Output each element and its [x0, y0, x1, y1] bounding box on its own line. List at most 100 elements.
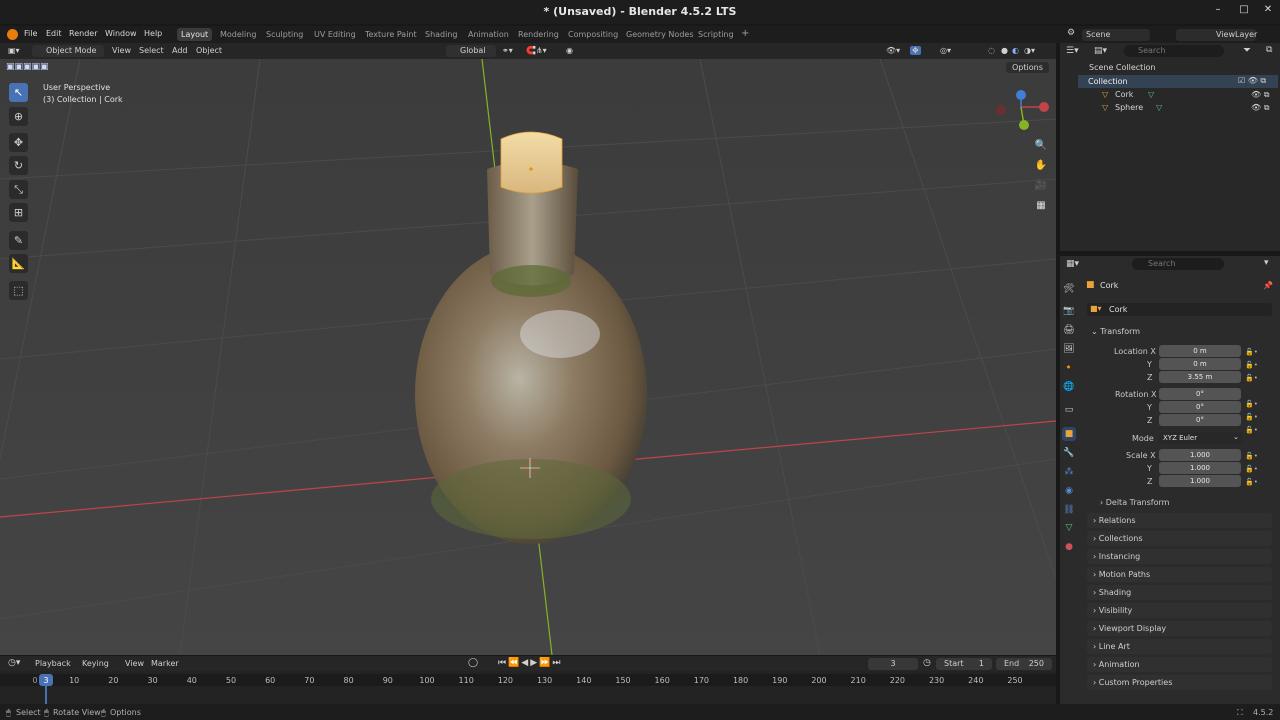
sphere-visibility-icon[interactable]: 👁 ⧉ — [1251, 103, 1269, 113]
options-dropdown[interactable]: Options — [1006, 62, 1049, 73]
collection-visibility-icon[interactable]: ☑ 👁 ⧉ — [1238, 76, 1266, 86]
viewlayer-selector[interactable]: ViewLayer — [1176, 29, 1257, 41]
menu-marker[interactable]: Marker — [151, 659, 179, 668]
timeline-editor-icon[interactable]: ◷▾ — [8, 658, 20, 668]
panel-collections[interactable]: › Collections — [1087, 531, 1272, 546]
panel-animation[interactable]: › Animation — [1087, 657, 1272, 672]
pan-hand-icon[interactable]: ✋ — [1033, 158, 1049, 174]
data-tab-icon[interactable]: ▽ — [1062, 521, 1076, 535]
panel-instancing[interactable]: › Instancing — [1087, 549, 1272, 564]
cursor-tool-icon[interactable]: ⊕ — [9, 107, 28, 126]
playback-controls-icon[interactable]: ⏮⏪◀▶⏩⏭ — [498, 658, 562, 668]
rotation-y-field[interactable]: 0° — [1159, 401, 1241, 413]
transform-lock-icons[interactable]: 🔓• 🔓• 🔓• 🔓• 🔓• 🔓• 🔓• 🔓• 🔓• — [1245, 346, 1258, 489]
mode-dropdown[interactable]: Object Mode — [32, 45, 104, 57]
material-tab-icon[interactable]: ● — [1062, 540, 1076, 554]
gizmo-toggle-icon[interactable]: ✥ — [910, 46, 921, 55]
menu-timeline-view[interactable]: View — [125, 659, 144, 668]
tab-shading[interactable]: Shading — [421, 28, 462, 41]
tool-tab-icon[interactable]: 🛠 — [1062, 282, 1076, 296]
scale-z-field[interactable]: 1.000 — [1159, 475, 1241, 487]
scene-selector[interactable]: Scene — [1082, 29, 1150, 41]
shading-material-icon[interactable]: ◐ — [1012, 46, 1019, 55]
location-y-field[interactable]: 0 m — [1159, 358, 1241, 370]
panel-custom-properties[interactable]: › Custom Properties — [1087, 675, 1272, 690]
panel-shading[interactable]: › Shading — [1087, 585, 1272, 600]
scale-y-field[interactable]: 1.000 — [1159, 462, 1241, 474]
menu-file[interactable]: File — [24, 29, 37, 38]
display-mode-icon[interactable]: ▤▾ — [1094, 46, 1107, 56]
world-tab-icon[interactable]: 🌐 — [1062, 380, 1076, 394]
menu-select[interactable]: Select — [139, 46, 164, 55]
menu-view[interactable]: View — [112, 46, 131, 55]
filter-icon[interactable]: ⏷ — [1243, 45, 1251, 56]
shading-wireframe-icon[interactable]: ◌ — [988, 46, 995, 55]
proportional-edit-icon[interactable]: ◉ — [566, 46, 573, 55]
render-tab-icon[interactable]: 📷 — [1062, 304, 1076, 318]
pin-icon[interactable]: 📌 — [1263, 281, 1273, 290]
zoom-icon[interactable]: 🔍 — [1033, 138, 1049, 154]
tab-compositing[interactable]: Compositing — [564, 28, 622, 41]
menu-playback[interactable]: Playback — [35, 659, 71, 668]
outliner-item-sphere[interactable]: Sphere — [1115, 103, 1143, 112]
scene-tab-icon[interactable]: 🔸 — [1062, 361, 1076, 375]
measure-tool-icon[interactable]: 📐 — [9, 254, 28, 273]
snap-icon[interactable]: 🧲⋔▾ — [526, 46, 547, 55]
tab-animation[interactable]: Animation — [464, 28, 513, 41]
menu-keying[interactable]: Keying — [82, 659, 109, 668]
auto-key-icon[interactable]: ◯ — [468, 658, 478, 668]
view-layer-tab-icon[interactable]: 🖼 — [1062, 342, 1076, 356]
menu-render[interactable]: Render — [69, 29, 97, 38]
transform-tool-icon[interactable]: ⊞ — [9, 203, 28, 222]
rotation-mode-dropdown[interactable]: XYZ Euler ⌄ — [1159, 432, 1243, 444]
properties-editor-icon[interactable]: ▦▾ — [1066, 259, 1079, 269]
collection-tab-icon[interactable]: ▭ — [1062, 403, 1076, 417]
move-tool-icon[interactable]: ✥ — [9, 133, 28, 152]
object-tab-icon[interactable]: ■ — [1062, 427, 1076, 441]
tab-geometry-nodes[interactable]: Geometry Nodes — [622, 28, 697, 41]
overlay-toggle-icon[interactable]: ◎▾ — [940, 46, 951, 55]
transform-panel-header[interactable]: ⌄ Transform — [1091, 327, 1140, 336]
menu-add[interactable]: Add — [172, 46, 188, 55]
tab-uv-editing[interactable]: UV Editing — [310, 28, 360, 41]
shading-solid-icon[interactable]: ● — [1001, 46, 1008, 55]
physics-tab-icon[interactable]: ◉ — [1062, 484, 1076, 498]
close-button[interactable]: ✕ — [1260, 4, 1276, 15]
panel-viewport-display[interactable]: › Viewport Display — [1087, 621, 1272, 636]
annotate-tool-icon[interactable]: ✎ — [9, 231, 28, 250]
visibility-icon[interactable]: 👁▾ — [886, 46, 900, 55]
tab-layout[interactable]: Layout — [177, 28, 213, 41]
ortho-toggle-icon[interactable]: ▦ — [1033, 198, 1049, 214]
new-collection-icon[interactable]: ⧉ — [1266, 45, 1272, 55]
pivot-icon[interactable]: ⚭▾ — [502, 46, 513, 55]
camera-view-icon[interactable]: 🎥 — [1033, 178, 1049, 194]
panel-relations[interactable]: › Relations — [1087, 513, 1272, 528]
tab-modeling[interactable]: Modeling — [216, 28, 260, 41]
menu-edit[interactable]: Edit — [46, 29, 62, 38]
menu-window[interactable]: Window — [105, 29, 137, 38]
editor-type-icon[interactable]: ▣▾ — [8, 46, 20, 55]
selection-mode-icons[interactable]: ▣▣▣▣▣ — [6, 62, 49, 72]
tab-rendering[interactable]: Rendering — [514, 28, 563, 41]
add-cube-tool-icon[interactable]: ⬚ — [9, 281, 28, 300]
modifier-tab-icon[interactable]: 🔧 — [1062, 446, 1076, 460]
menu-object[interactable]: Object — [196, 46, 222, 55]
shading-rendered-icon[interactable]: ◑▾ — [1024, 46, 1035, 55]
cork-object[interactable] — [500, 131, 563, 194]
panel-motion-paths[interactable]: › Motion Paths — [1087, 567, 1272, 582]
scale-x-field[interactable]: 1.000 — [1159, 449, 1241, 461]
start-frame-field[interactable]: Start 1 — [936, 658, 992, 670]
cork-mesh-icon[interactable]: ▽ — [1148, 90, 1154, 99]
maximize-button[interactable]: □ — [1236, 4, 1252, 15]
end-frame-field[interactable]: End 250 — [996, 658, 1052, 670]
output-tab-icon[interactable]: 🖨 — [1062, 323, 1076, 337]
navigation-gizmo[interactable] — [996, 90, 1049, 130]
blender-logo-icon[interactable] — [7, 29, 18, 40]
delta-transform-header[interactable]: › Delta Transform — [1100, 498, 1169, 507]
outliner-editor-icon[interactable]: ☰▾ — [1066, 46, 1079, 56]
current-frame-field[interactable]: 3 — [868, 658, 918, 670]
scale-tool-icon[interactable]: ⤡ — [9, 180, 28, 199]
outliner-item-cork[interactable]: Cork — [1115, 90, 1133, 99]
rotate-tool-icon[interactable]: ↻ — [9, 156, 28, 175]
outliner-search-input[interactable]: Search — [1124, 45, 1224, 57]
